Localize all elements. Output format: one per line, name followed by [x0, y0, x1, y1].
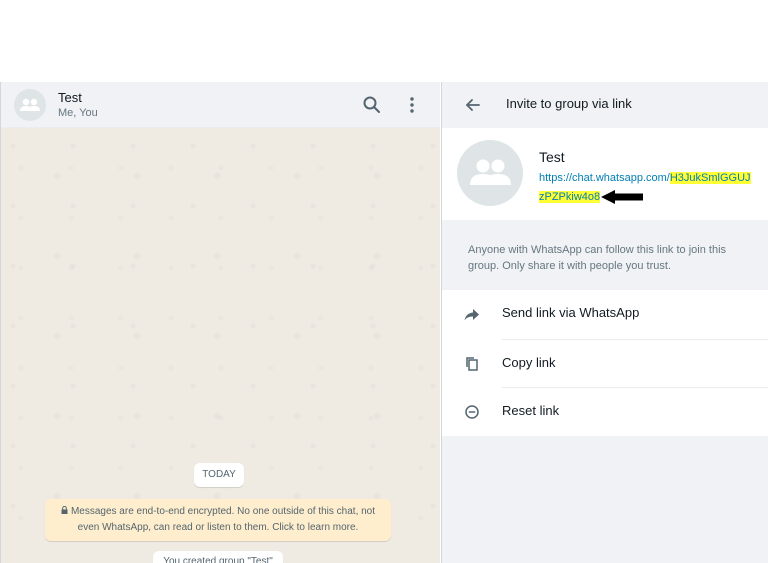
lock-icon: [61, 504, 68, 520]
date-chip: TODAY: [194, 463, 244, 487]
group-icon: [470, 159, 511, 185]
chat-messages-area: TODAY Messages are end-to-end encrypted.…: [1, 128, 440, 563]
group-icon: [20, 98, 40, 111]
chat-pane: Test Me, You TODAY Messages are end-to-e…: [0, 82, 440, 563]
pointer-arrow-icon: [601, 190, 644, 205]
group-link-card: Test https://chat.whatsapp.com/H3JukSmlG…: [442, 128, 768, 220]
system-message: You created group "Test": [153, 551, 283, 563]
invite-link-prefix: https://chat.whatsapp.com/: [539, 172, 670, 184]
invite-link[interactable]: https://chat.whatsapp.com/H3JukSmlGGUJzP…: [539, 169, 754, 207]
send-link-label: Send link via WhatsApp: [502, 305, 640, 320]
reset-link-label: Reset link: [502, 403, 560, 418]
menu-dots-icon[interactable]: [402, 95, 422, 115]
copy-link-label: Copy link: [502, 355, 556, 370]
invite-drawer: Invite to group via link Test https://ch…: [441, 82, 768, 563]
chat-header[interactable]: Test Me, You: [1, 82, 440, 128]
link-actions: Send link via WhatsApp Copy link Reset l…: [442, 290, 768, 436]
reset-link-button[interactable]: Reset link: [442, 388, 768, 436]
group-name: Test: [539, 149, 565, 165]
invite-info-text: Anyone with WhatsApp can follow this lin…: [468, 244, 727, 272]
send-link-button[interactable]: Send link via WhatsApp: [442, 290, 768, 338]
back-arrow-icon[interactable]: [463, 95, 483, 115]
reset-icon: [465, 405, 479, 419]
copy-icon: [466, 357, 478, 371]
group-avatar[interactable]: [14, 89, 46, 121]
share-arrow-icon: [464, 309, 479, 321]
group-avatar-large: [457, 140, 523, 206]
encryption-notice-text: Messages are end-to-end encrypted. No on…: [70, 506, 376, 533]
chat-subtitle: Me, You: [58, 107, 98, 119]
chat-title[interactable]: Test: [58, 90, 82, 105]
encryption-notice[interactable]: Messages are end-to-end encrypted. No on…: [45, 499, 391, 541]
drawer-header: Invite to group via link: [442, 82, 768, 128]
search-icon[interactable]: [362, 95, 382, 115]
copy-link-button[interactable]: Copy link: [442, 340, 768, 388]
drawer-title: Invite to group via link: [506, 96, 632, 111]
